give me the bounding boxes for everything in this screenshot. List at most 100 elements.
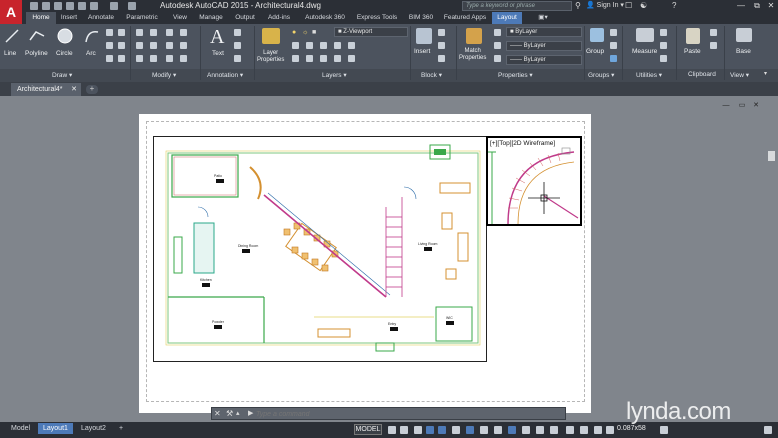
layer-tool-icon[interactable] [348,42,355,49]
block-panel-title[interactable]: Block ▾ [421,71,442,79]
polar-icon[interactable] [426,426,434,434]
tab-home[interactable]: Home [26,12,56,24]
wrench-icon[interactable]: ⚒ [226,409,233,418]
annotation-monitor-icon[interactable] [606,426,614,434]
new-icon[interactable] [30,2,38,10]
minimize-button[interactable]: — [734,0,748,11]
undo-icon[interactable] [90,2,98,10]
print-icon[interactable] [78,2,86,10]
arc-icon[interactable] [84,28,100,44]
open-icon[interactable] [42,2,50,10]
edit-block-icon[interactable] [438,42,445,49]
recent-commands-icon[interactable]: ▴ [236,409,240,417]
workspace-switch-icon[interactable] [594,426,602,434]
layer-tool-icon[interactable] [292,42,299,49]
tab-view[interactable]: View [170,12,190,24]
circle-icon[interactable] [56,27,74,45]
tab-manage[interactable]: Manage [196,12,226,24]
scrollbar-thumb[interactable] [768,151,775,161]
linetype-icon[interactable] [494,42,501,49]
gradient-icon[interactable] [106,55,113,62]
lineweight-dropdown[interactable]: —— ByLayer [506,55,582,65]
customization-icon[interactable] [764,426,772,434]
tab-insert[interactable]: Insert [58,12,80,24]
close-icon[interactable]: ✕ [214,409,221,418]
layer-tool-icon[interactable] [334,55,341,62]
color-dropdown[interactable]: ■ ByLayer [506,27,582,37]
3d-osnap-icon[interactable] [522,426,530,434]
layer-tool-icon[interactable] [348,55,355,62]
fillet-icon[interactable] [166,42,173,49]
new-tab-button[interactable]: + [86,85,98,94]
snap-icon[interactable] [400,426,408,434]
saveas-icon[interactable] [66,2,74,10]
quickcalc-icon[interactable] [660,29,667,36]
ungroup-icon[interactable] [610,29,617,36]
leader-icon[interactable] [234,42,241,49]
layer-tool-icon[interactable] [292,55,299,62]
tab-model[interactable]: Model [6,423,35,434]
vertical-scrollbar[interactable] [766,96,778,422]
dimension-icon[interactable] [234,29,241,36]
new-layout-button[interactable]: + [114,423,128,434]
hatch-icon[interactable] [106,42,113,49]
paste-icon[interactable] [686,28,700,44]
text-icon[interactable]: A [210,26,224,49]
tab-addins[interactable]: Add-ins [264,12,294,24]
application-menu-button[interactable]: A [0,0,22,24]
sun-icon[interactable]: ☼ [302,29,308,36]
rectangle-icon[interactable] [106,29,113,36]
binoculars-icon[interactable]: ⚲ [575,1,581,10]
ribbon-expand-icon[interactable]: ▾ [764,70,767,77]
scale-icon[interactable] [150,55,157,62]
create-block-icon[interactable] [438,29,445,36]
base-view-icon[interactable] [736,28,752,42]
tab-layout1[interactable]: Layout1 [38,423,73,434]
groups-panel-title[interactable]: Groups ▾ [588,71,614,79]
command-input[interactable] [256,409,556,419]
annotation-panel-title[interactable]: Annotation ▾ [207,71,243,79]
tab-autodesk360[interactable]: Autodesk 360 [300,12,350,24]
tab-express-tools[interactable]: Express Tools [354,12,400,24]
layer-tool-icon[interactable] [320,42,327,49]
doc-minimize-button[interactable]: — [722,102,730,110]
layer-tool-icon[interactable] [334,42,341,49]
object-snap-tracking-icon[interactable] [452,426,460,434]
group-icon[interactable] [590,28,604,42]
insert-block-icon[interactable] [416,28,432,44]
array-icon[interactable] [166,55,173,62]
ellipse-icon[interactable] [118,42,125,49]
tab-layout2[interactable]: Layout2 [76,423,111,434]
linetype-dropdown[interactable]: —— ByLayer [506,41,582,51]
measure-icon[interactable] [636,28,654,42]
table-icon[interactable] [234,55,241,62]
lightbulb-icon[interactable]: ● [292,29,296,36]
lock-icon[interactable]: ■ [312,29,316,36]
doc-close-button[interactable]: ✕ [752,102,760,110]
match-properties-icon[interactable] [466,28,482,44]
utilities-panel-title[interactable]: Utilities ▾ [636,71,662,79]
isodraft-icon[interactable] [438,426,446,434]
exchange-icon[interactable]: ☐ [625,1,632,10]
tab-layout[interactable]: Layout [492,12,522,24]
lineweight-toggle-icon[interactable] [480,426,488,434]
layer-tool-icon[interactable] [306,55,313,62]
main-layout-viewport[interactable]: Patio Dining Room Living Room Kitchen Po… [153,136,487,362]
select-all-icon[interactable] [660,42,667,49]
object-snap-icon[interactable] [466,426,474,434]
transparency-icon[interactable] [494,426,502,434]
edit-attributes-icon[interactable] [438,55,445,62]
ribbon-options-icon[interactable]: ▣▾ [534,12,552,24]
properties-panel-title[interactable]: Properties ▾ [498,71,533,79]
id-point-icon[interactable] [660,55,667,62]
line-icon[interactable] [4,28,20,44]
lineweight-icon[interactable] [494,55,501,62]
tab-parametric[interactable]: Parametric [122,12,162,24]
offset-icon[interactable] [180,55,187,62]
layer-dropdown[interactable]: ■ Z-Viewport [334,27,408,37]
region-icon[interactable] [118,29,125,36]
restore-button[interactable]: ⧉ [750,0,764,11]
model-space-toggle[interactable]: MODEL [354,424,382,435]
layer-properties-icon[interactable] [262,28,280,44]
dynamic-ucs-icon[interactable] [536,426,544,434]
